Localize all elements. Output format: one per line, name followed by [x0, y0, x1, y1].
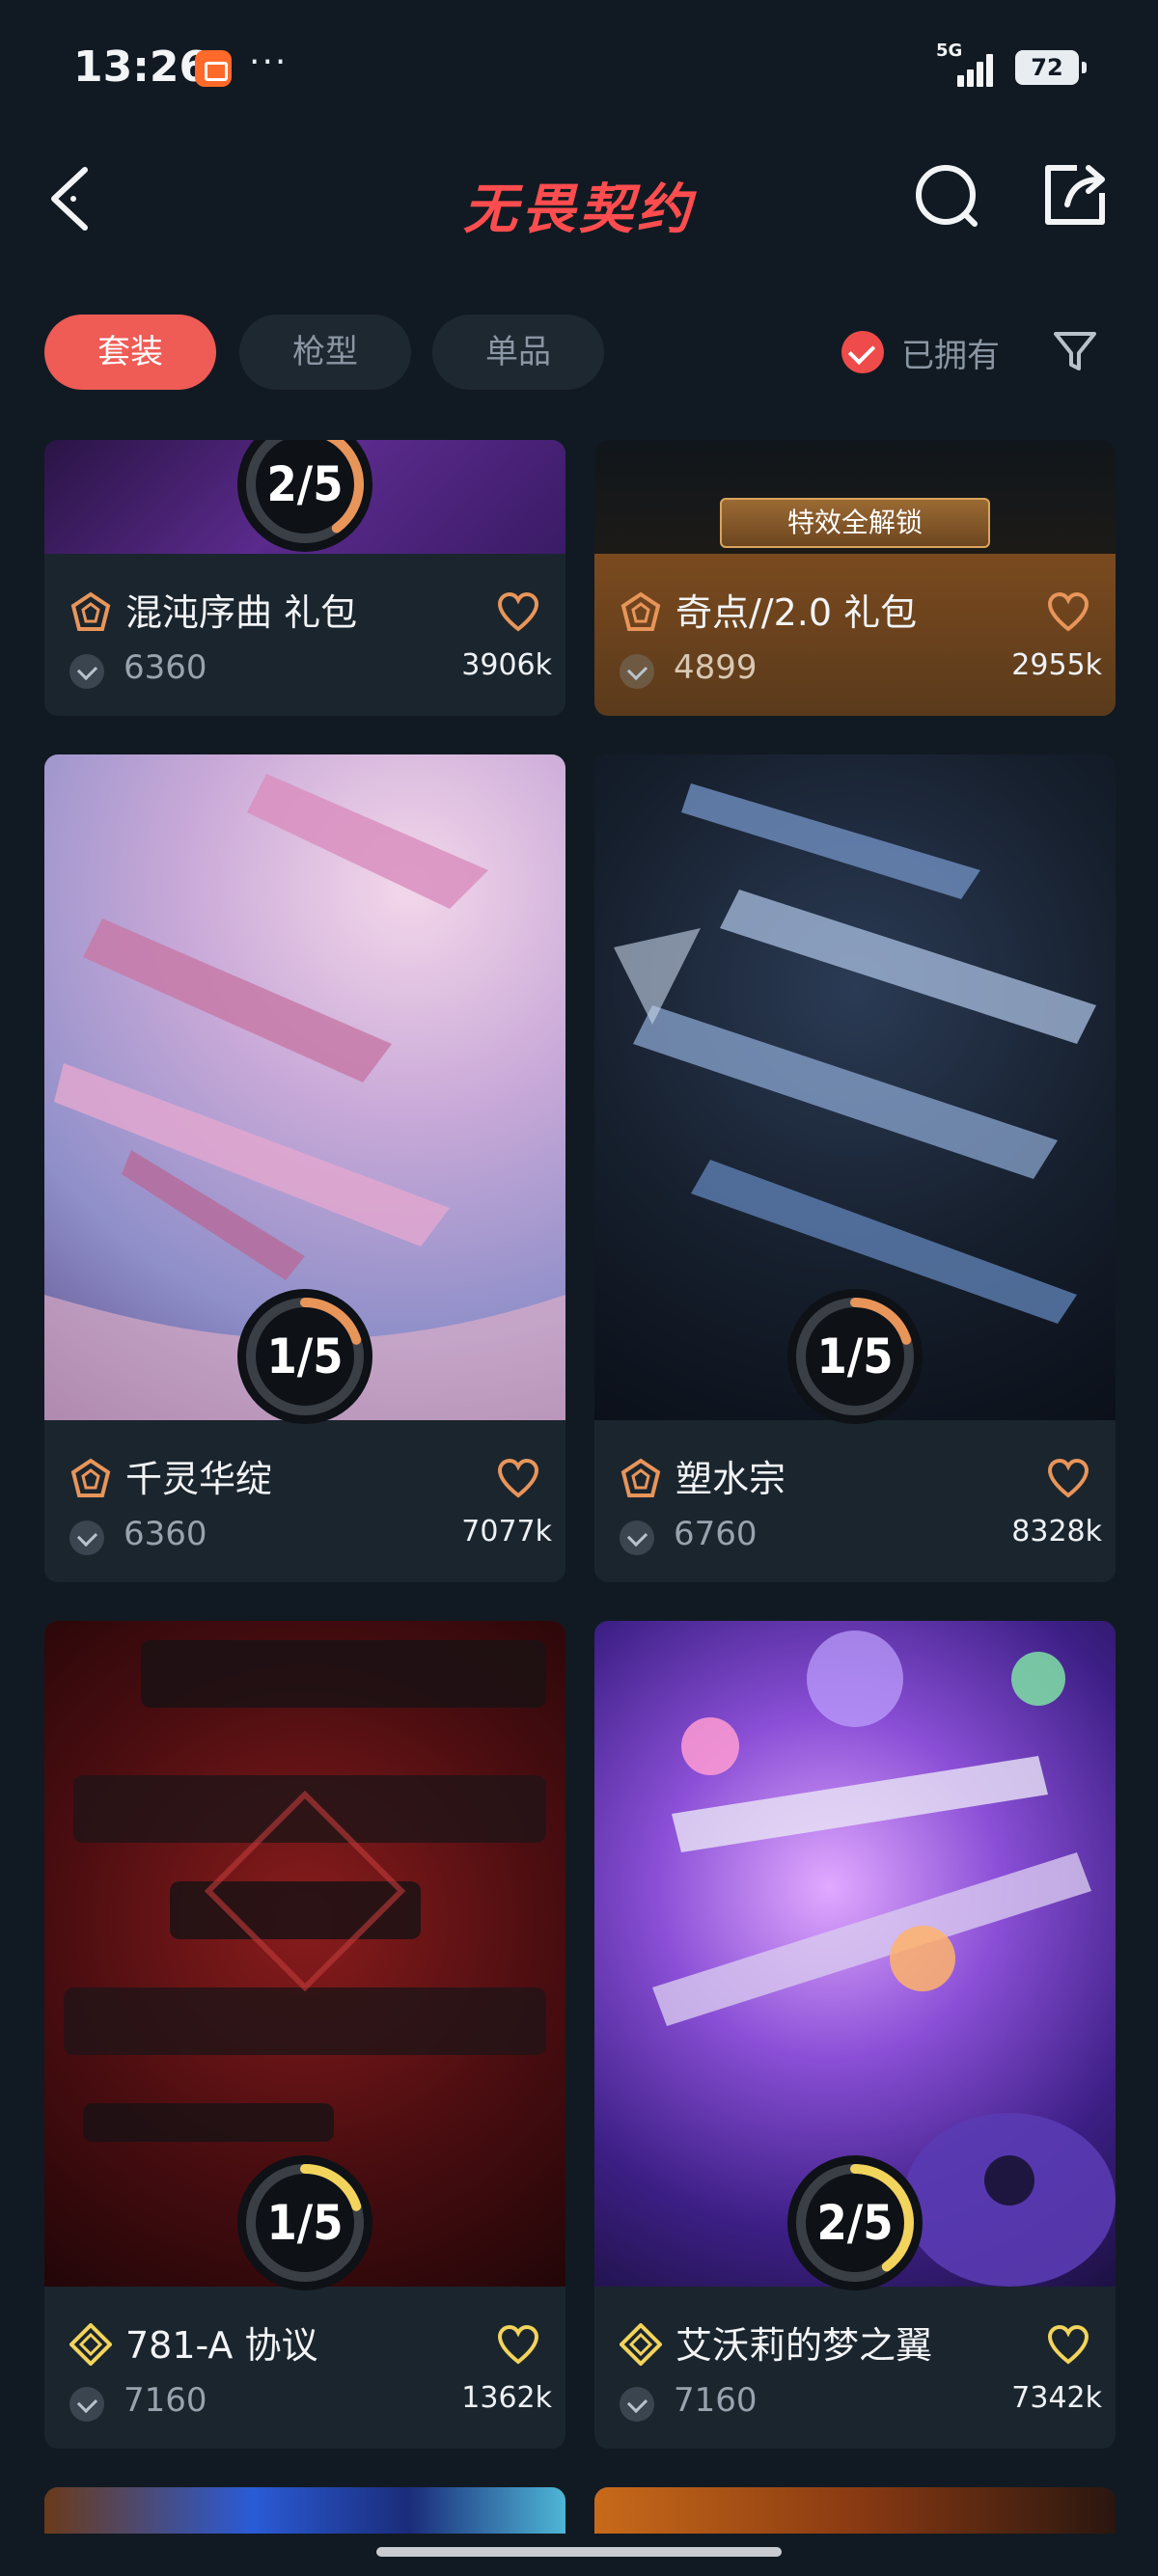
share-icon — [1045, 165, 1105, 225]
notification-app-icon — [195, 50, 232, 87]
bundle-price: 6360 — [124, 648, 207, 687]
network-type: 5G — [936, 41, 963, 61]
status-time: 13:26 — [73, 42, 209, 92]
bundle-card[interactable]: 1/5 千灵华绽 6360 7077k — [44, 754, 565, 1582]
search-button[interactable] — [911, 158, 984, 232]
status-bar: 13:26 ··· 5G 72 — [0, 0, 1158, 135]
owned-toggle[interactable]: 已拥有 — [841, 330, 1000, 375]
currency-icon — [69, 2387, 104, 2422]
favorite-heart-icon[interactable] — [496, 1457, 540, 1501]
favorite-heart-icon[interactable] — [496, 590, 540, 635]
currency-icon — [69, 654, 104, 689]
bundle-card[interactable]: 特效全解锁 奇点//2.0 礼包 4899 2955k — [594, 440, 1116, 716]
collection-progress: 1/5 — [786, 1287, 924, 1426]
favorite-heart-icon[interactable] — [1046, 1457, 1090, 1501]
bundle-info: 奇点//2.0 礼包 4899 2955k — [594, 554, 1116, 716]
bundle-price: 7160 — [674, 2381, 758, 2420]
effects-unlocked-badge: 特效全解锁 — [720, 498, 990, 548]
bundle-name: 艾沃莉的梦之翼 — [676, 2324, 933, 2367]
currency-icon — [69, 1521, 104, 1555]
favorite-heart-icon[interactable] — [1046, 590, 1090, 635]
bundle-likes: 7342k — [1011, 2381, 1102, 2415]
currency-icon — [620, 1521, 654, 1555]
more-notifications-icon: ··· — [249, 42, 289, 82]
owned-checkbox-icon — [841, 331, 884, 373]
battery-indicator: 72 — [1015, 50, 1087, 85]
search-icon — [916, 165, 978, 227]
bundle-likes: 7077k — [461, 1515, 552, 1548]
filter-funnel-icon — [1054, 332, 1096, 370]
favorite-heart-icon[interactable] — [1046, 2323, 1090, 2368]
collection-progress: 1/5 — [235, 1287, 374, 1426]
premium-tier-icon — [70, 591, 111, 631]
bundle-info: 千灵华绽 6360 7077k — [44, 1420, 565, 1582]
collection-progress: 2/5 — [786, 2153, 924, 2292]
bundle-card[interactable]: 2/5 艾沃莉的梦之翼 7160 7342k — [594, 1621, 1116, 2449]
bundle-likes: 3906k — [461, 648, 552, 682]
collection-progress: 2/5 — [235, 440, 374, 554]
premium-tier-icon — [620, 591, 661, 631]
signal-icon: 5G — [936, 41, 998, 87]
bundle-price: 4899 — [674, 648, 758, 687]
bundle-name: 781-A 协议 — [125, 2324, 318, 2367]
bundle-likes: 1362k — [461, 2381, 552, 2415]
bundle-price: 6760 — [674, 1515, 758, 1553]
bundle-card[interactable] — [44, 2487, 565, 2534]
bundle-price: 6360 — [124, 1515, 207, 1553]
bundle-info: 781-A 协议 7160 1362k — [44, 2287, 565, 2449]
bundle-card[interactable]: 2/5 混沌序曲 礼包 6360 3906k — [44, 440, 565, 716]
bundle-card[interactable]: 1/5 781-A 协议 7160 1362k — [44, 1621, 565, 2449]
filter-button[interactable] — [1050, 326, 1100, 376]
page-title: 无畏契约 — [463, 178, 695, 241]
top-nav-bar: 无畏契约 — [0, 135, 1158, 260]
bundle-grid: 2/5 混沌序曲 礼包 6360 3906k 特效全解锁 奇点//2.0 礼包 … — [0, 440, 1158, 2534]
owned-label: 已拥有 — [901, 336, 1000, 375]
bundle-name: 混沌序曲 礼包 — [125, 591, 358, 634]
exclusive-tier-icon — [69, 2323, 112, 2366]
bundle-info: 塑水宗 6760 8328k — [594, 1420, 1116, 1582]
tab-bundles[interactable]: 套装 — [44, 315, 216, 390]
premium-tier-icon — [620, 1458, 661, 1497]
bundle-price: 7160 — [124, 2381, 207, 2420]
bundle-card[interactable] — [594, 2487, 1116, 2534]
bundle-card[interactable]: 1/5 塑水宗 6760 8328k — [594, 754, 1116, 1582]
bundle-name: 奇点//2.0 礼包 — [676, 591, 918, 634]
share-button[interactable] — [1038, 158, 1112, 232]
bundle-info: 艾沃莉的梦之翼 7160 7342k — [594, 2287, 1116, 2449]
bundle-name: 塑水宗 — [676, 1458, 786, 1500]
currency-icon — [620, 2387, 654, 2422]
favorite-heart-icon[interactable] — [496, 2323, 540, 2368]
tab-single-items[interactable]: 单品 — [432, 315, 604, 390]
bundle-likes: 2955k — [1011, 648, 1102, 682]
filter-bar: 套装 枪型 单品 已拥有 — [0, 309, 1158, 396]
currency-icon — [620, 654, 654, 689]
bundle-art — [594, 2487, 1116, 2534]
collection-progress: 1/5 — [235, 2153, 374, 2292]
bundle-art — [44, 2487, 565, 2534]
bundle-likes: 8328k — [1011, 1515, 1102, 1548]
premium-tier-icon — [70, 1458, 111, 1497]
exclusive-tier-icon — [620, 2323, 662, 2366]
bundle-info: 混沌序曲 礼包 6360 3906k — [44, 554, 565, 716]
home-indicator[interactable] — [376, 2547, 782, 2557]
tab-weapon-types[interactable]: 枪型 — [239, 315, 411, 390]
bundle-name: 千灵华绽 — [125, 1458, 273, 1500]
